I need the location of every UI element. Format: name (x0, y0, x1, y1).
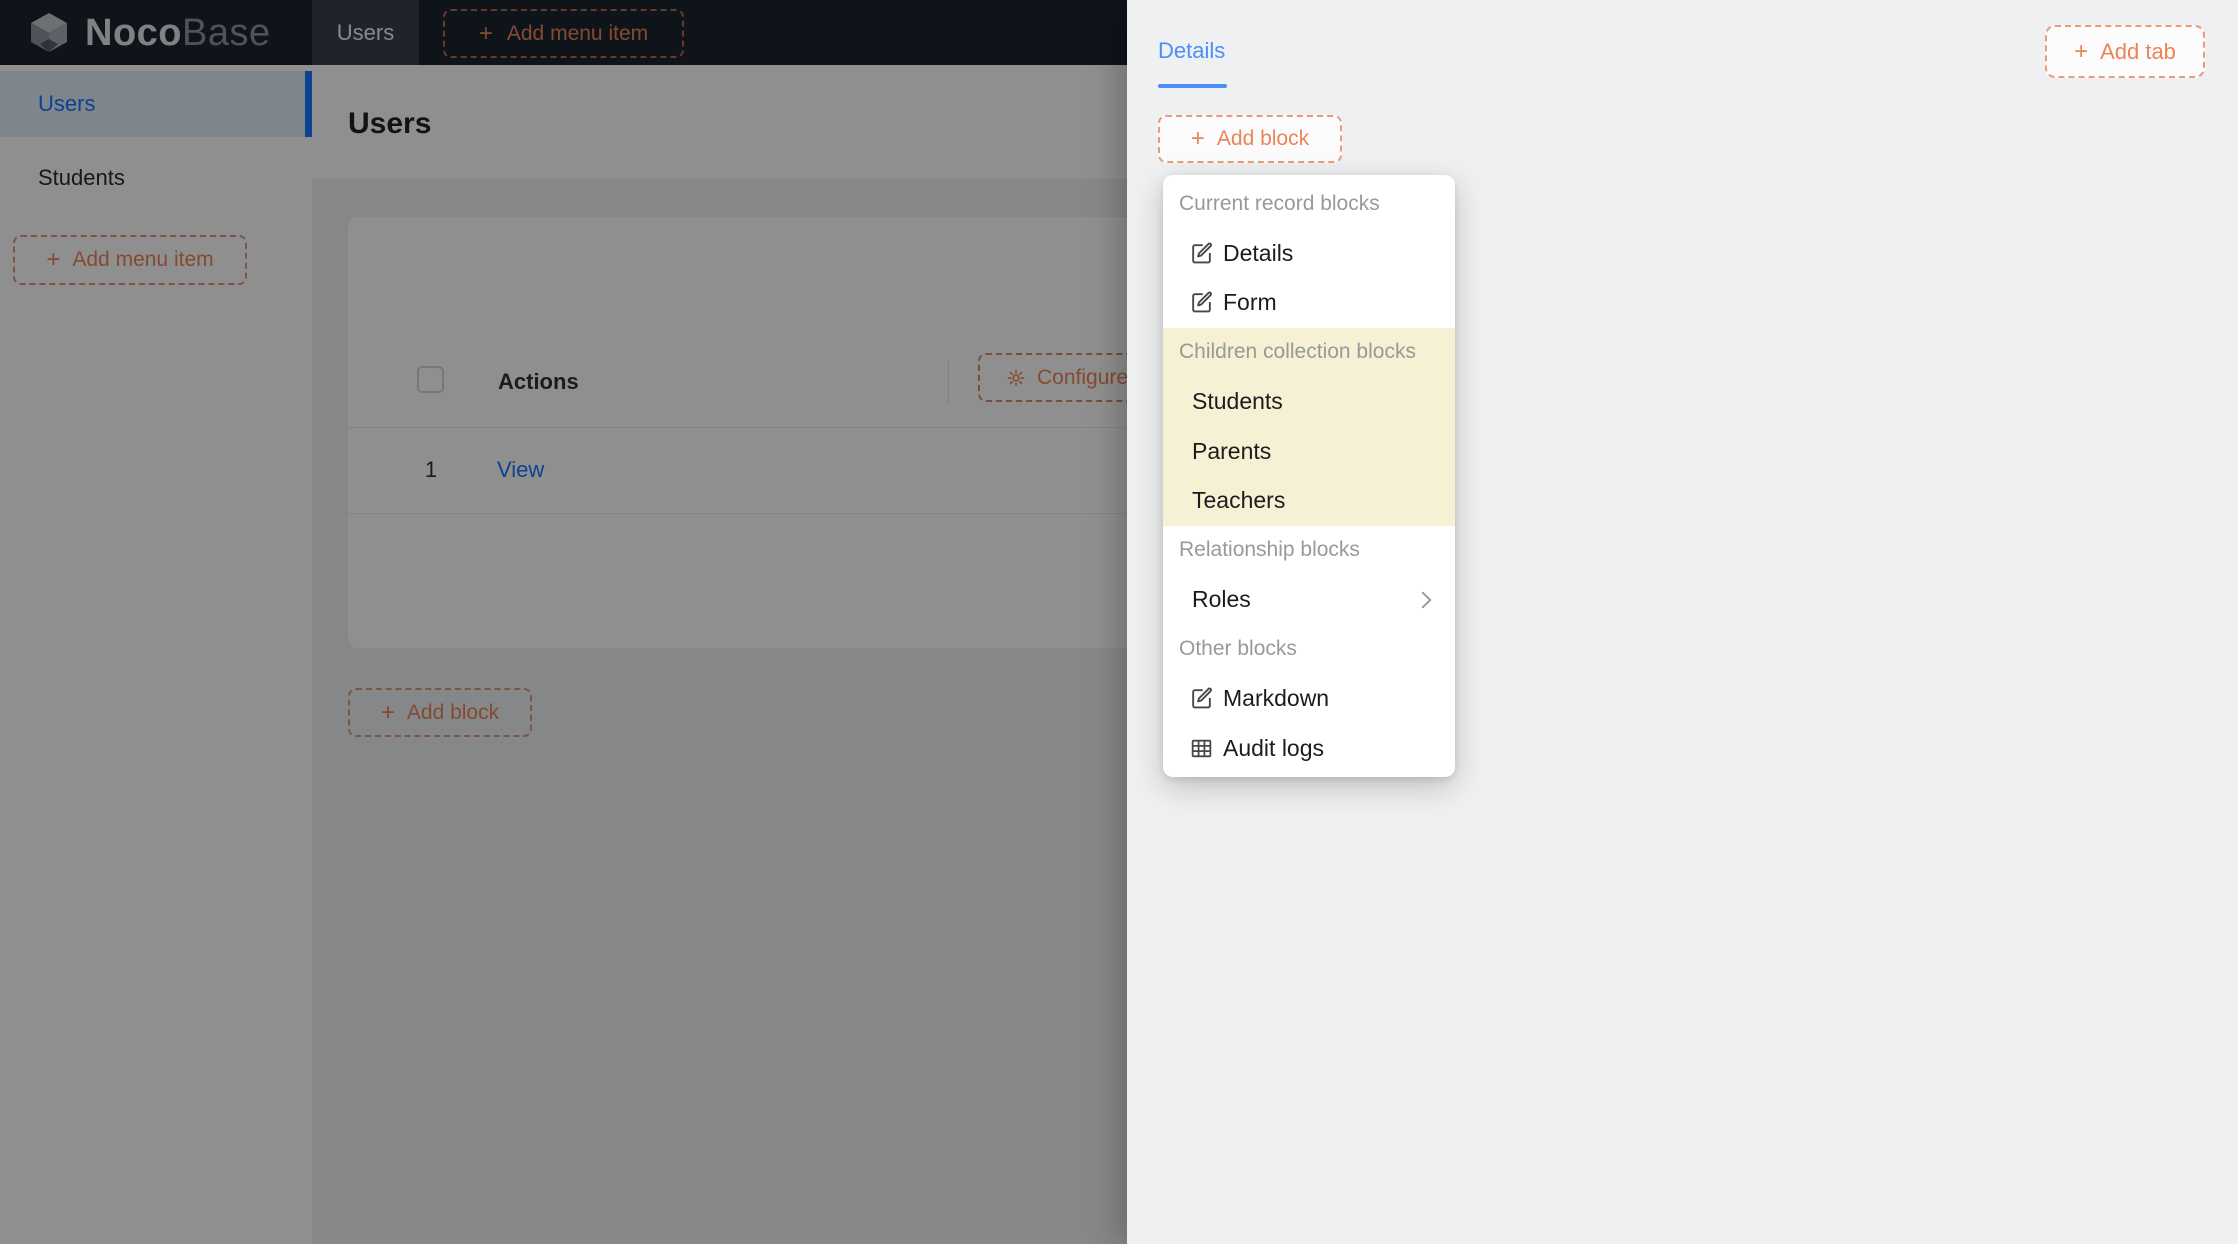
menu-item-markdown[interactable]: Markdown (1163, 674, 1455, 724)
drawer-tab-details[interactable]: Details (1158, 38, 1225, 64)
menu-item-label: Parents (1192, 438, 1271, 465)
add-block-button-drawer[interactable]: + Add block (1158, 115, 1342, 163)
plus-icon: + (1191, 127, 1205, 151)
edit-square-icon (1189, 686, 1214, 711)
edit-square-icon (1189, 241, 1214, 266)
menu-item-students[interactable]: Students (1163, 377, 1455, 427)
menu-item-label: Details (1223, 240, 1293, 267)
menu-group-children-collection-blocks: Children collection blocks (1163, 328, 1455, 378)
menu-item-label: Students (1192, 388, 1283, 415)
menu-item-label: Audit logs (1223, 735, 1324, 762)
add-block-dropdown-menu: Current record blocks Details Form Child… (1163, 175, 1455, 777)
menu-item-parents[interactable]: Parents (1163, 427, 1455, 477)
table-icon (1189, 736, 1214, 761)
app-root: NocoBase Users + Add menu item Users Stu… (0, 0, 2238, 1244)
menu-item-audit-logs[interactable]: Audit logs (1163, 724, 1455, 774)
add-tab-label: Add tab (2100, 39, 2176, 65)
menu-item-label: Form (1223, 289, 1277, 316)
menu-group-current-record-blocks: Current record blocks (1163, 179, 1455, 229)
plus-icon: + (2074, 40, 2088, 64)
menu-group-other-blocks: Other blocks (1163, 625, 1455, 675)
menu-group-relationship-blocks: Relationship blocks (1163, 526, 1455, 576)
active-tab-underline (1158, 84, 1227, 88)
chevron-right-icon (1415, 591, 1432, 608)
add-block-label: Add block (1217, 127, 1309, 151)
highlighted-menu-section: Children collection blocks Students Pare… (1163, 328, 1455, 526)
menu-item-label: Roles (1192, 586, 1251, 613)
edit-square-icon (1189, 290, 1214, 315)
menu-item-teachers[interactable]: Teachers (1163, 476, 1455, 526)
menu-item-label: Teachers (1192, 487, 1285, 514)
drawer-tab-label: Details (1158, 38, 1225, 63)
menu-item-roles[interactable]: Roles (1163, 575, 1455, 625)
menu-item-details[interactable]: Details (1163, 229, 1455, 279)
drawer-mask[interactable] (0, 0, 1127, 1244)
add-tab-button[interactable]: + Add tab (2045, 25, 2205, 78)
menu-item-label: Markdown (1223, 685, 1329, 712)
menu-item-form[interactable]: Form (1163, 278, 1455, 328)
